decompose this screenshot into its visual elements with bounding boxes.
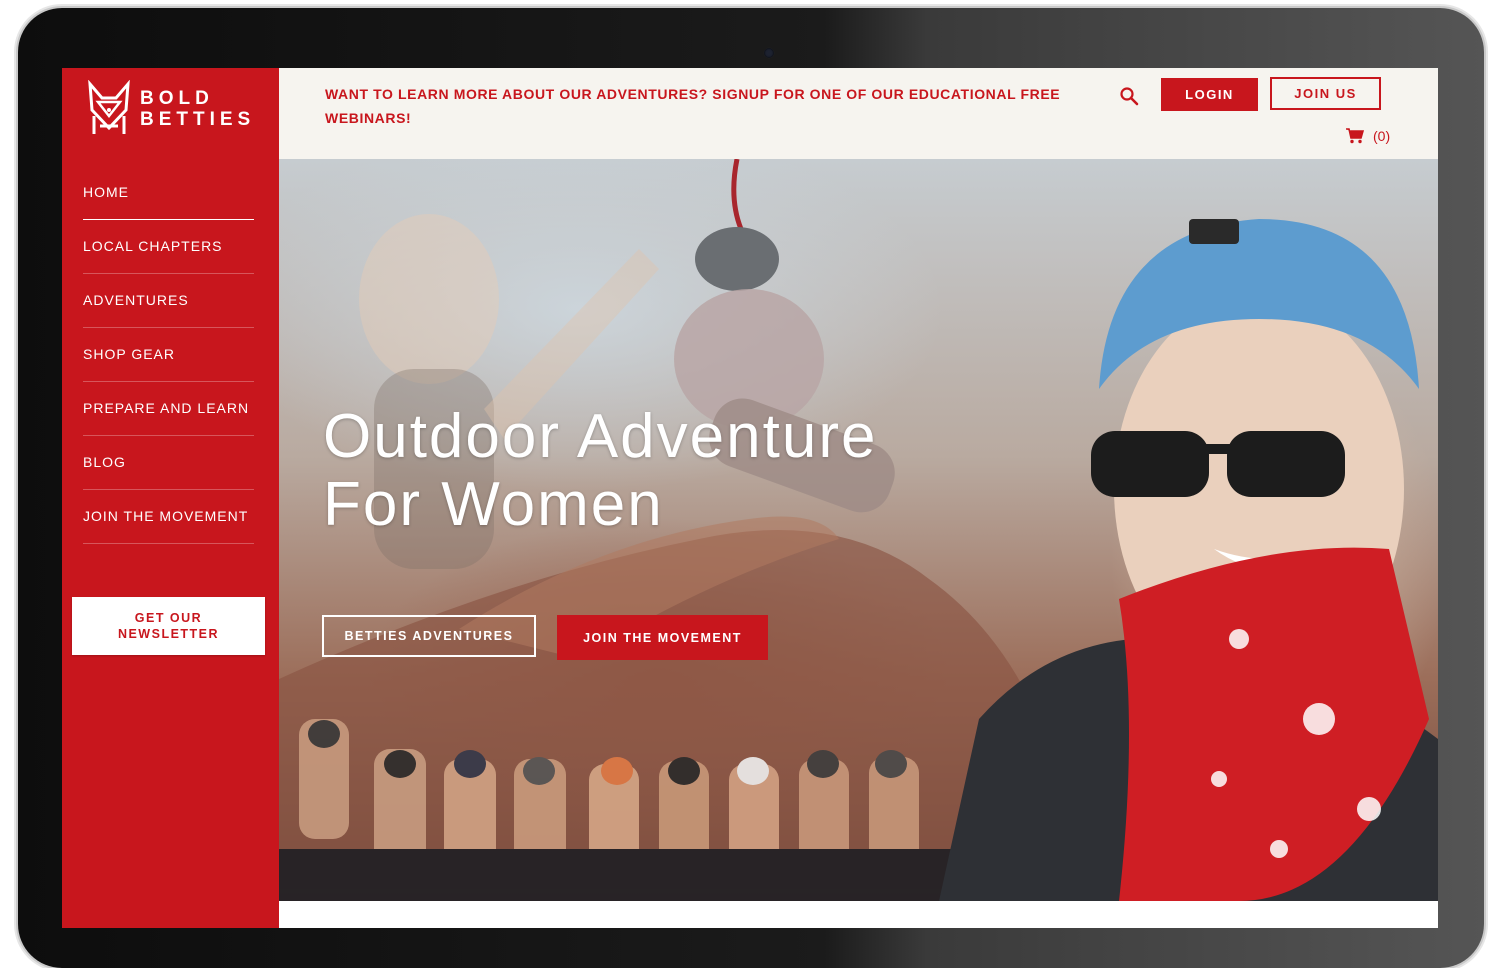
website-screen: BOLD BETTIES HOME LOCAL CHAPTERS ADVENTU… bbox=[62, 68, 1438, 928]
hero-section: Outdoor Adventure For Women BETTIES ADVE… bbox=[279, 159, 1438, 901]
search-icon[interactable] bbox=[1119, 86, 1139, 106]
betties-adventures-button[interactable]: BETTIES ADVENTURES bbox=[322, 615, 536, 657]
bold-betties-logo[interactable]: BOLD BETTIES bbox=[84, 80, 259, 140]
shopping-cart-icon bbox=[1346, 128, 1364, 144]
hero-title: Outdoor Adventure For Women bbox=[323, 402, 878, 539]
join-us-button[interactable]: JOIN US bbox=[1270, 77, 1381, 110]
sidebar-item-home[interactable]: HOME bbox=[83, 166, 254, 220]
cart-count: (0) bbox=[1373, 128, 1391, 144]
sidebar-item-shop-gear[interactable]: SHOP GEAR bbox=[83, 328, 254, 382]
sidebar: BOLD BETTIES HOME LOCAL CHAPTERS ADVENTU… bbox=[62, 68, 279, 928]
top-bar: WANT TO LEARN MORE ABOUT OUR ADVENTURES?… bbox=[279, 68, 1438, 159]
sidebar-nav: HOME LOCAL CHAPTERS ADVENTURES SHOP GEAR… bbox=[83, 166, 254, 544]
logo-text: BOLD BETTIES bbox=[140, 88, 256, 130]
sidebar-item-blog[interactable]: BLOG bbox=[83, 436, 254, 490]
sidebar-item-join-the-movement[interactable]: JOIN THE MOVEMENT bbox=[83, 490, 254, 544]
fox-logo-icon bbox=[88, 80, 130, 134]
webcam bbox=[764, 48, 774, 58]
sidebar-item-prepare-and-learn[interactable]: PREPARE AND LEARN bbox=[83, 382, 254, 436]
hero-join-the-movement-button[interactable]: JOIN THE MOVEMENT bbox=[557, 615, 768, 660]
newsletter-button-label: GET OUR NEWSLETTER bbox=[117, 611, 220, 641]
login-button[interactable]: LOGIN bbox=[1161, 78, 1258, 111]
sidebar-item-adventures[interactable]: ADVENTURES bbox=[83, 274, 254, 328]
cart-link[interactable]: (0) bbox=[1346, 126, 1390, 146]
sidebar-item-local-chapters[interactable]: LOCAL CHAPTERS bbox=[83, 220, 254, 274]
newsletter-button[interactable]: GET OUR NEWSLETTER bbox=[72, 597, 265, 655]
below-hero-content bbox=[279, 901, 1438, 928]
announcement-banner[interactable]: WANT TO LEARN MORE ABOUT OUR ADVENTURES?… bbox=[325, 82, 1065, 130]
